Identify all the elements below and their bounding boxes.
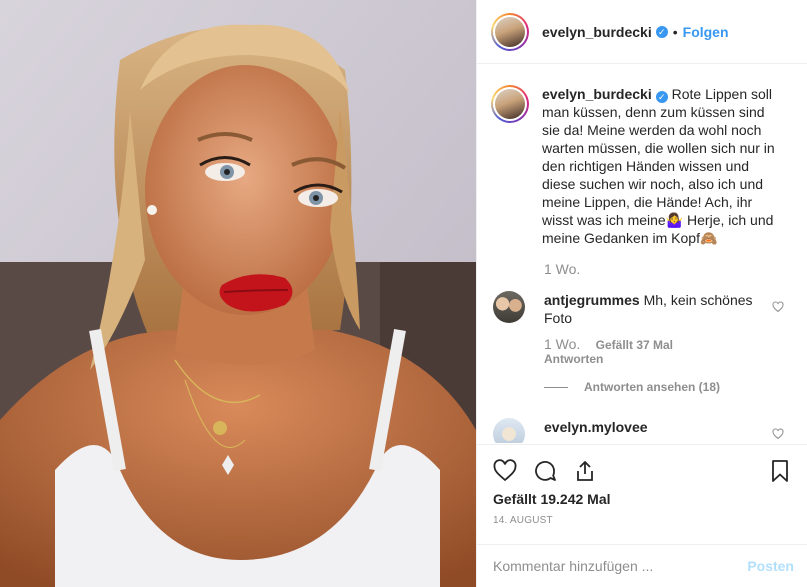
view-replies-button[interactable]: Antworten ansehen (18) — [544, 380, 807, 394]
comment-like-heart-icon[interactable] — [772, 301, 784, 313]
follow-button[interactable]: Folgen — [683, 24, 729, 40]
caption-text-block: evelyn_burdecki ✓ Rote Lippen soll man kü… — [542, 85, 782, 247]
replies-divider — [544, 386, 568, 388]
commenter-username[interactable]: evelyn.mylovee — [544, 419, 648, 435]
bookmark-icon[interactable] — [768, 459, 792, 483]
commenter-avatar[interactable] — [493, 418, 525, 443]
comment-likes[interactable]: Gefällt 37 Mal — [596, 338, 673, 352]
verified-badge-icon: ✓ — [655, 25, 668, 38]
selfie-image — [0, 0, 476, 587]
post-actions: Gefällt 19.242 Mal 14. AUGUST — [477, 444, 807, 544]
comment-body: evelyn.mylovee — [544, 418, 762, 443]
author-username[interactable]: evelyn_burdecki — [542, 24, 652, 40]
post-photo[interactable] — [0, 0, 476, 587]
caption-avatar[interactable] — [491, 85, 529, 123]
comments-scroll-area[interactable]: evelyn_burdecki ✓ Rote Lippen soll man kü… — [477, 65, 807, 443]
comment-meta: 1 Wo. Gefällt 37 Mal Antworten — [544, 337, 807, 366]
add-comment-bar: Posten — [477, 544, 807, 587]
caption-text: Rote Lippen soll man küssen, denn zum kü… — [542, 86, 775, 246]
header-separator: • — [672, 23, 678, 40]
author-avatar[interactable] — [491, 12, 529, 51]
share-icon[interactable] — [573, 459, 597, 483]
post-likes-count[interactable]: Gefällt 19.242 Mal — [477, 485, 807, 507]
post-side-panel: evelyn_burdecki ✓ • Folgen evelyn_burdec… — [476, 0, 807, 587]
comment-like-heart-icon[interactable] — [772, 428, 784, 440]
post-caption: evelyn_burdecki ✓ Rote Lippen soll man kü… — [477, 65, 807, 247]
post-comment-button[interactable]: Posten — [747, 558, 794, 574]
comment-age[interactable]: 1 Wo. — [544, 336, 580, 352]
reply-button[interactable]: Antworten — [544, 352, 807, 366]
commenter-username[interactable]: antjegrummes — [544, 292, 640, 308]
caption-username[interactable]: evelyn_burdecki — [542, 86, 652, 102]
post-modal: evelyn_burdecki ✓ • Folgen evelyn_burdec… — [0, 0, 807, 587]
comment-input[interactable] — [493, 558, 748, 574]
caption-age[interactable]: 1 Wo. — [544, 261, 807, 277]
view-replies-label: Antworten ansehen (18) — [584, 380, 721, 394]
comment-item: antjegrummes Mh, kein schönes Foto — [477, 277, 807, 327]
verified-badge-icon: ✓ — [655, 91, 668, 103]
comment-item: evelyn.mylovee — [477, 394, 807, 443]
action-icons-bar — [477, 445, 807, 485]
post-date[interactable]: 14. AUGUST — [477, 507, 807, 526]
heart-icon[interactable] — [493, 459, 517, 483]
commenter-avatar[interactable] — [493, 291, 525, 323]
post-header: evelyn_burdecki ✓ • Folgen — [477, 0, 807, 64]
comment-body: antjegrummes Mh, kein schönes Foto — [544, 291, 762, 327]
comment-icon[interactable] — [533, 459, 557, 483]
